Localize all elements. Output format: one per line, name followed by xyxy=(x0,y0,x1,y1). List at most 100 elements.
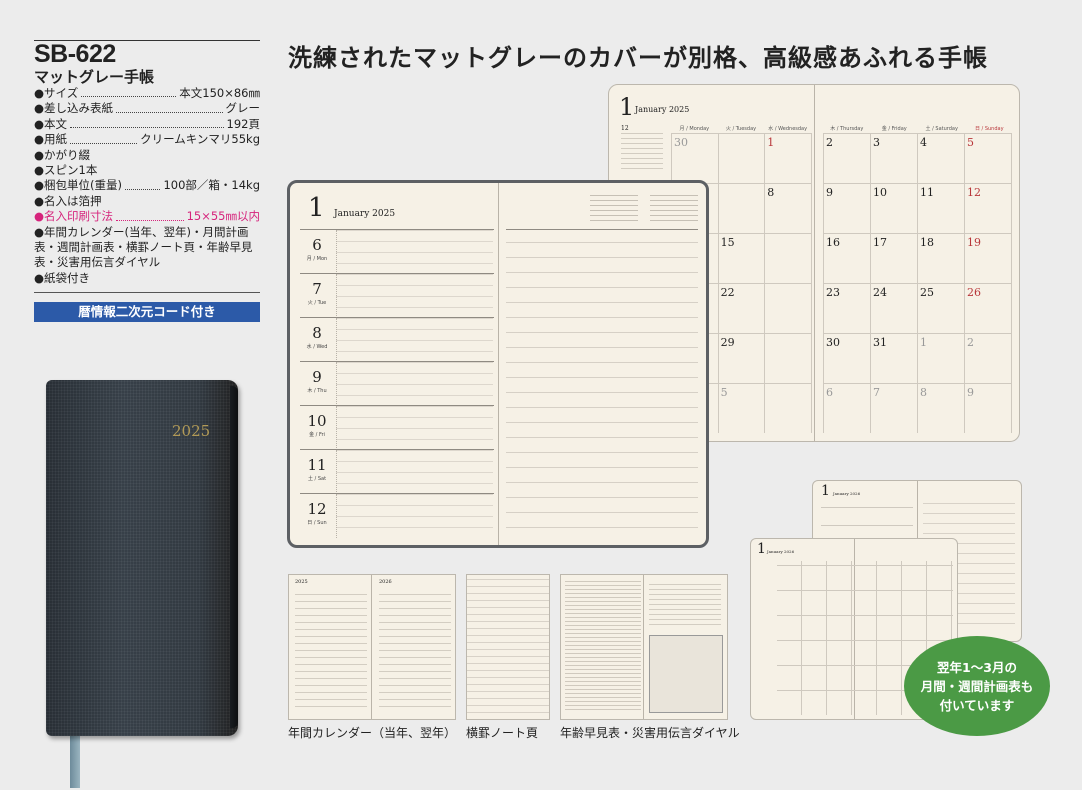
week-day-number: 11 xyxy=(307,456,327,474)
week-day-label: 水 / Wed xyxy=(306,344,328,350)
weekly-spine xyxy=(498,183,499,545)
monthly-col-line xyxy=(917,133,918,433)
spec-packing: ●梱包単位(重量) 100部／箱・14kg xyxy=(34,178,260,193)
monthly-date-cell: 16 xyxy=(826,236,840,249)
spec-binding: ●かがり綴 xyxy=(34,147,91,162)
year-months-right xyxy=(379,589,451,713)
monthly-date-cell: 23 xyxy=(826,286,840,299)
monthly-col-line xyxy=(870,133,871,433)
week-day-label: 日 / Sun xyxy=(307,520,327,526)
header-thu: 木 / Thursday xyxy=(830,126,864,132)
next-monthly-label: January 2026 xyxy=(767,549,795,554)
callout-line-3: 付いています xyxy=(939,697,1015,713)
week-day-label: 木 / Thu xyxy=(307,388,327,394)
spec-cover: ●差し込み表紙 グレー xyxy=(34,101,260,116)
monthly-row-line xyxy=(671,133,811,134)
week-day-lines xyxy=(336,274,493,318)
age-caption: 年齢早見表・災害用伝言ダイヤル xyxy=(560,726,740,740)
cover-year: 2025 xyxy=(172,422,211,440)
week-day-row: 8 水 / Wed xyxy=(300,317,494,362)
monthly-date-cell: 18 xyxy=(920,236,934,249)
dial-illustrations xyxy=(649,635,723,713)
calendar-caption: 年間カレンダー（当年、翌年） xyxy=(288,726,457,740)
spec-paper: ●用紙 クリームキンマリ55kg xyxy=(34,132,260,147)
bottom-rule xyxy=(34,292,260,293)
week-day-row: 7 火 / Tue xyxy=(300,273,494,318)
week-day-lines xyxy=(336,230,493,274)
header-sun: 日 / Sunday xyxy=(974,126,1004,132)
ruled-caption: 横罫ノート頁 xyxy=(466,726,539,740)
header-sat: 土 / Saturday xyxy=(925,126,958,132)
week-day-row: 10 金 / Fri xyxy=(300,405,494,450)
left-headers: 月 / Monday 火 / Tuesday 水 / Wednesday xyxy=(671,125,811,132)
monthly-date-cell: 10 xyxy=(873,186,887,199)
monthly-date-cell: 4 xyxy=(920,136,927,149)
dial-instructions xyxy=(649,581,721,629)
callout-line-1: 翌年1～3月の xyxy=(937,659,1017,675)
week-day-label: 火 / Tue xyxy=(307,300,327,306)
weekly-spread: 1 January 2025 6 月 / Mon 7 火 / Tue 8 水 / Wed 9… xyxy=(287,180,709,548)
monthly-date-cell: 9 xyxy=(826,186,833,199)
ribbon-bookmark xyxy=(70,730,80,788)
monthly-month-label: January 2025 xyxy=(635,105,690,114)
spec-list: ●サイズ 本文150×86㎜ ●差し込み表紙 グレー ●本文 192頁 ●用紙 クリーム… xyxy=(34,86,260,286)
spec-contents: ●年間カレンダー(当年、翌年)・月間計画表・週間計画表・横罫ノート頁・年齢早見表… xyxy=(34,224,253,270)
week-day-lines xyxy=(336,450,493,494)
next-year-callout: 翌年1～3月の 月間・週間計画表も 付いています xyxy=(904,636,1050,736)
week-day-label: 月 / Mon xyxy=(306,256,328,262)
monthly-date-cell: 29 xyxy=(720,336,735,349)
callout-line-2: 月間・週間計画表も xyxy=(920,678,1034,694)
year-calendar-page: 2025 2026 xyxy=(288,574,456,720)
header-fri: 金 / Friday xyxy=(881,126,907,132)
week-day-number: 7 xyxy=(312,280,322,298)
monthly-date-cell: 2 xyxy=(967,336,974,349)
monthly-date-cell: 19 xyxy=(967,236,981,249)
monthly-date-cell: 5 xyxy=(720,386,728,399)
monthly-date-cell: 11 xyxy=(920,186,934,199)
mini-month-label: 12 xyxy=(621,125,629,132)
monthly-date-cell: 15 xyxy=(720,236,735,249)
spec-ribbon: ●スピン1本 xyxy=(34,163,98,178)
monthly-col-line xyxy=(764,133,766,433)
notebook-cover: 2025 xyxy=(46,380,238,736)
spec-bag: ●紙袋付き xyxy=(34,270,91,285)
monthly-date-cell: 9 xyxy=(967,386,974,399)
week-day-label: 金 / Fri xyxy=(309,432,325,438)
monthly-date-cell: 30 xyxy=(826,336,840,349)
monthly-date-cell: 26 xyxy=(967,286,981,299)
monthly-col-line xyxy=(717,133,719,433)
product-name: マットグレー手帳 xyxy=(34,68,155,86)
week-day-label: 土 / Sat xyxy=(307,476,327,482)
header-mon: 月 / Monday xyxy=(679,126,710,132)
week-day-number: 8 xyxy=(312,324,322,342)
monthly-date-cell: 24 xyxy=(873,286,887,299)
monthly-date-cell: 30 xyxy=(674,136,688,149)
week-day-number: 12 xyxy=(307,500,327,518)
monthly-col-line xyxy=(964,133,965,433)
right-headers: 木 / Thursday 金 / Friday 土 / Saturday 日 /… xyxy=(823,125,1013,132)
monthly-date-cell: 31 xyxy=(873,336,887,349)
year-left-label: 2025 xyxy=(295,579,308,585)
monthly-date-cell: 7 xyxy=(873,386,880,399)
week-day-number: 10 xyxy=(307,412,327,430)
year-right-label: 2026 xyxy=(379,579,392,585)
spec-imprint: ●名入は箔押 xyxy=(34,193,102,208)
week-day-row: 6 月 / Mon xyxy=(300,229,494,274)
week-day-lines xyxy=(336,362,493,406)
next-monthly-month: 1 xyxy=(757,541,766,557)
monthly-date-cell: 12 xyxy=(967,186,981,199)
weekly-month: 1 xyxy=(308,193,325,223)
monthly-date-cell: 5 xyxy=(967,136,974,149)
notes-lines xyxy=(506,229,698,542)
monthly-date-cell: 2 xyxy=(826,136,833,149)
monthly-date-cell: 8 xyxy=(920,386,927,399)
next-weekly-label: January 2026 xyxy=(833,491,861,496)
monthly-month: 1 xyxy=(619,93,635,121)
year-months-left xyxy=(295,589,367,713)
cover-edge xyxy=(230,386,238,728)
monthly-col-line xyxy=(1011,133,1012,433)
week-day-row: 9 木 / Thu xyxy=(300,361,494,406)
model-number: SB-622 xyxy=(34,40,116,68)
monthly-date-cell: 17 xyxy=(873,236,887,249)
week-day-lines xyxy=(336,494,493,538)
